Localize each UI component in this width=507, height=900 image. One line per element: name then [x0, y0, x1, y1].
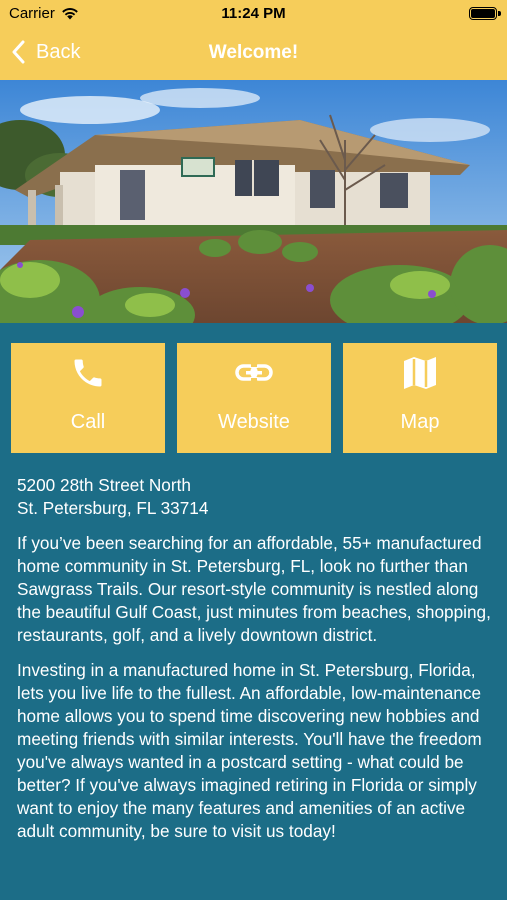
- action-buttons: Call Website Map: [11, 343, 497, 453]
- call-label: Call: [70, 411, 106, 433]
- map-button[interactable]: Map: [343, 343, 497, 453]
- website-button[interactable]: Website: [177, 343, 331, 453]
- address: 5200 28th Street North St. Petersburg, F…: [17, 474, 495, 520]
- navigation-bar: Back Welcome!: [0, 28, 507, 80]
- battery-icon: [469, 7, 501, 20]
- community-description: 5200 28th Street North St. Petersburg, F…: [17, 474, 495, 855]
- phone-icon: [74, 359, 102, 387]
- status-bar: Carrier 11:24 PM: [0, 0, 507, 28]
- status-time: 11:24 PM: [221, 5, 286, 22]
- paragraph-investing: Investing in a manufactured home in St. …: [17, 660, 482, 841]
- page-title: Welcome!: [208, 42, 299, 63]
- link-icon: [235, 364, 273, 381]
- community-photo: [0, 80, 507, 323]
- address-line-1: 5200 28th Street North: [17, 475, 191, 495]
- map-label: Map: [400, 411, 440, 433]
- map-icon: [404, 357, 436, 389]
- clubhouse-image: [0, 80, 507, 323]
- paragraph-intro: If you’ve been searching for an affordab…: [17, 533, 491, 645]
- call-button[interactable]: Call: [11, 343, 165, 453]
- website-label: Website: [218, 411, 290, 433]
- address-line-2: St. Petersburg, FL 33714: [17, 498, 209, 518]
